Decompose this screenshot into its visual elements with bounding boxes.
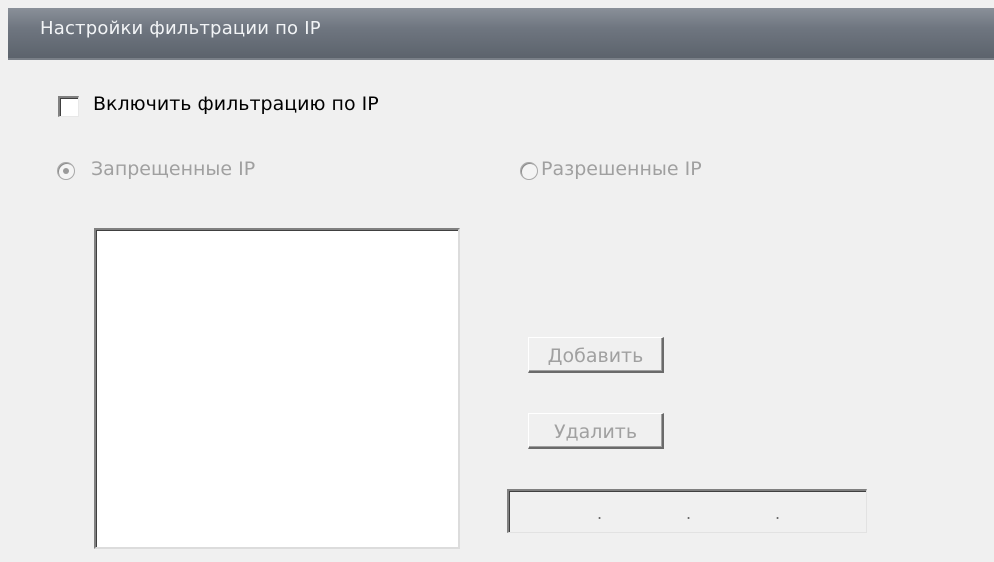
title-bar: Настройки фильтрации по IP — [8, 8, 994, 60]
radio-selected-dot-icon — [63, 168, 69, 174]
window-title: Настройки фильтрации по IP — [40, 18, 321, 39]
ip-separator: . — [686, 504, 692, 523]
deny-ip-radio[interactable] — [57, 162, 75, 180]
ip-list-box[interactable] — [94, 228, 460, 549]
enable-filter-label[interactable]: Включить фильтрацию по IP — [93, 93, 379, 115]
allow-ip-label[interactable]: Разрешенные IP — [541, 158, 702, 180]
ip-separator: . — [775, 504, 781, 523]
ip-separator: . — [597, 504, 603, 523]
enable-filter-checkbox[interactable] — [58, 96, 79, 117]
allow-ip-radio[interactable] — [520, 162, 538, 180]
delete-ip-button[interactable]: Удалить — [528, 413, 664, 449]
ip-filter-settings-window: Настройки фильтрации по IP Включить филь… — [0, 0, 994, 562]
deny-ip-label[interactable]: Запрещенные IP — [91, 158, 255, 180]
add-ip-button[interactable]: Добавить — [528, 337, 664, 373]
ip-address-input[interactable]: . . . — [507, 489, 867, 533]
